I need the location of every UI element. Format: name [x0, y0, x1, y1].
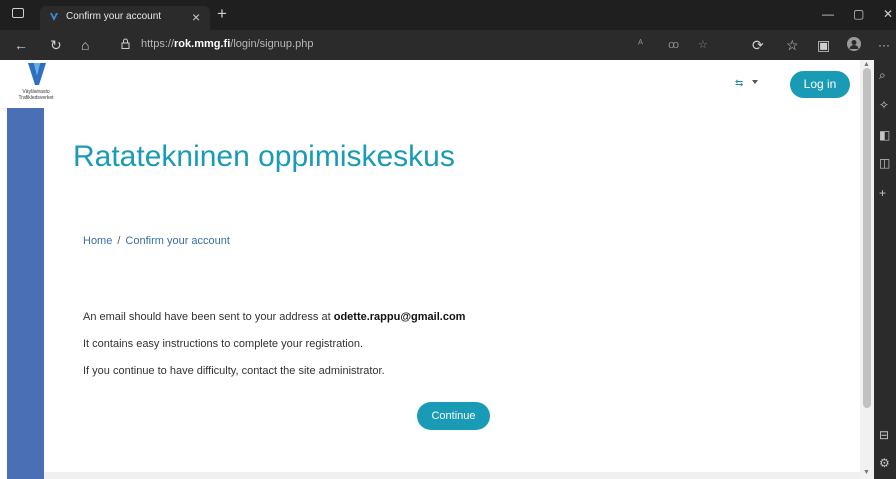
tab-actions-icon[interactable]: [12, 8, 24, 18]
message-line-2: It contains easy instructions to complet…: [83, 338, 364, 350]
scroll-up-icon[interactable]: ▲: [863, 61, 870, 68]
site-navbar: Väylävirasto Trafikledsverket ⇆ Log in: [0, 60, 860, 108]
site-favicon-icon: [50, 13, 58, 21]
breadcrumb-home[interactable]: Home: [83, 235, 112, 247]
home-icon[interactable]: ⌂: [81, 37, 89, 53]
new-tab-icon[interactable]: +: [217, 4, 227, 24]
language-icon[interactable]: ⇆: [735, 78, 743, 89]
restore-icon[interactable]: ▢: [853, 7, 864, 21]
main-content: Ratatekninen oppimiskeskus Home / Confirm …: [44, 108, 860, 479]
message-line-1: An email should have been sent to your a…: [83, 311, 466, 323]
sidebar-hide-icon[interactable]: ⊟: [879, 428, 889, 442]
sidebar-settings-icon[interactable]: ⚙: [879, 456, 890, 470]
minimize-icon[interactable]: —: [822, 7, 834, 21]
breadcrumb-current: Confirm your account: [125, 235, 230, 247]
continue-button[interactable]: Continue: [417, 402, 490, 430]
read-aloud-icon[interactable]: ᴬ: [638, 38, 643, 50]
tab-title: Confirm your account: [66, 11, 162, 22]
extensions-icon[interactable]: ⟳: [752, 37, 764, 53]
left-color-bar: [7, 108, 44, 479]
logo-line-2: Trafikledsverket: [18, 95, 54, 101]
immersive-reader-icon[interactable]: ꝏ: [668, 38, 679, 51]
logo-mark-icon: [28, 63, 46, 85]
url-text: https://rok.mmg.fi/login/signup.php: [141, 38, 314, 50]
browser-sidebar: ⌕ ✧ ◧ ◫ + ⊟ ⚙: [874, 60, 896, 479]
footer-edge: [44, 472, 860, 479]
language-caret-icon[interactable]: [752, 80, 758, 84]
refresh-icon[interactable]: ↻: [50, 37, 62, 53]
sidebar-search-icon[interactable]: ⌕: [879, 68, 886, 83]
tab-close-icon[interactable]: ×: [192, 9, 200, 25]
favorites-icon[interactable]: ☆: [786, 37, 799, 53]
close-window-icon[interactable]: ✕: [883, 7, 893, 21]
page-scrollbar[interactable]: ▲ ▼: [860, 60, 874, 479]
more-icon[interactable]: ···: [878, 37, 890, 53]
browser-tab[interactable]: Confirm your account ×: [40, 6, 210, 30]
lock-icon: [121, 38, 130, 49]
browser-toolbar: ← ↻ ⌂ https://rok.mmg.fi/login/signup.ph…: [0, 30, 896, 60]
back-icon[interactable]: ←: [14, 37, 28, 53]
site-logo[interactable]: Väylävirasto Trafikledsverket: [10, 63, 62, 105]
sidebar-add-icon[interactable]: +: [879, 186, 886, 200]
profile-icon[interactable]: [847, 37, 861, 51]
sidebar-office-icon[interactable]: ◧: [879, 128, 890, 142]
sidebar-copilot-icon[interactable]: ✧: [879, 98, 889, 112]
add-favorite-icon[interactable]: ☆: [698, 38, 708, 51]
scroll-down-icon[interactable]: ▼: [863, 469, 870, 476]
collections-icon[interactable]: ▣: [817, 37, 830, 53]
scroll-thumb[interactable]: [863, 68, 871, 408]
breadcrumb: Home / Confirm your account: [83, 235, 230, 247]
address-bar[interactable]: https://rok.mmg.fi/login/signup.php ᴬ ꝏ …: [113, 34, 728, 56]
email-address: odette.rappu@gmail.com: [333, 311, 466, 323]
sidebar-outlook-icon[interactable]: ◫: [879, 156, 890, 170]
message-line-3: If you continue to have difficulty, cont…: [83, 365, 385, 377]
title-bar: Confirm your account × + — ▢ ✕: [0, 0, 896, 30]
page: Väylävirasto Trafikledsverket ⇆ Log in R…: [0, 60, 860, 479]
page-title: Ratatekninen oppimiskeskus: [73, 140, 455, 173]
breadcrumb-separator: /: [117, 235, 121, 247]
login-button[interactable]: Log in: [790, 71, 850, 98]
